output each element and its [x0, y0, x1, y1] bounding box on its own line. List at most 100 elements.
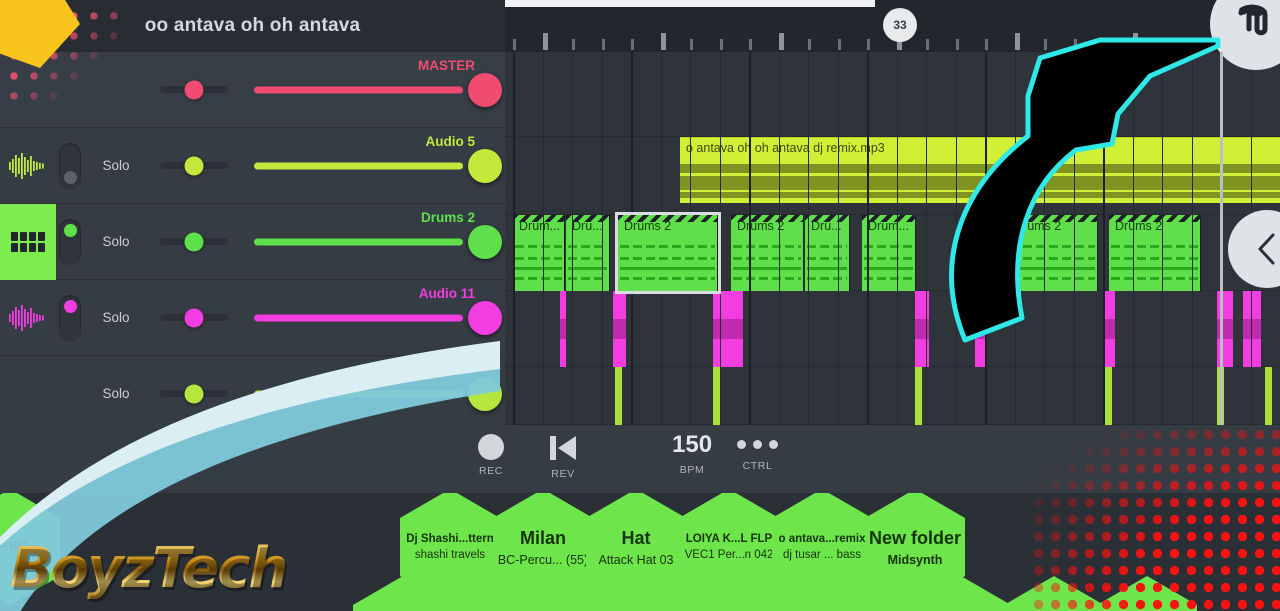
- pan-knob[interactable]: [184, 232, 204, 251]
- solo-button[interactable]: Solo: [84, 310, 148, 325]
- waveform-icon[interactable]: [0, 128, 56, 204]
- pan-knob-control[interactable]: [148, 80, 240, 99]
- mixer-channel-1[interactable]: MASTER: [0, 52, 505, 128]
- ruler-tick: [690, 39, 693, 50]
- audio-clip-green[interactable]: [915, 367, 922, 425]
- browser-pad-subtitle: BC-Percu... (55): [497, 552, 589, 567]
- ruler-tick: [1044, 39, 1047, 50]
- volume-knob[interactable]: [468, 300, 502, 335]
- volume-track[interactable]: [254, 238, 463, 245]
- audio-clip-magenta[interactable]: [560, 291, 566, 367]
- magnet-icon: [1238, 4, 1268, 36]
- grid-line: [601, 52, 603, 425]
- playlist-grid[interactable]: o antava oh oh antava dj remix.mp3 Drum.…: [505, 52, 1280, 425]
- horizontal-scrollbar[interactable]: [505, 0, 875, 7]
- mute-led-icon: [63, 170, 77, 184]
- solo-button[interactable]: Solo: [84, 158, 148, 173]
- pan-track[interactable]: [160, 156, 228, 175]
- record-dot-icon: [478, 434, 504, 460]
- audio-clip-magenta[interactable]: [1243, 291, 1261, 367]
- pan-knob[interactable]: [184, 308, 204, 327]
- grid-line: [719, 52, 721, 425]
- browser-pad-subtitle: dj tusar ... bass: [783, 549, 861, 561]
- audio-clip-magenta[interactable]: [713, 291, 743, 367]
- pattern-clip[interactable]: Drum...: [862, 215, 916, 291]
- audio-clip-magenta[interactable]: [613, 291, 626, 367]
- browser-pad[interactable]: [1004, 576, 1104, 611]
- pan-knob-control[interactable]: [148, 308, 240, 327]
- mixer-channel-3[interactable]: Solo Drums 2: [0, 203, 505, 280]
- volume-knob[interactable]: [468, 148, 502, 183]
- mixer-channel-2[interactable]: Solo Audio 5: [0, 128, 505, 204]
- pan-track[interactable]: [160, 384, 228, 403]
- volume-track[interactable]: [254, 86, 463, 93]
- pan-track[interactable]: [160, 80, 228, 99]
- pan-track[interactable]: [160, 232, 228, 251]
- browser-pad-subtitle: shashi travels: [414, 549, 486, 561]
- browser-hex-pads[interactable]: ~~ BM Dj Shashi...ttern shashi travels Mila…: [0, 493, 1280, 611]
- browser-pad-title: Milan: [519, 527, 566, 548]
- pan-knob-control[interactable]: [148, 232, 240, 251]
- waveform-icon[interactable]: [0, 280, 56, 356]
- ctrl-button[interactable]: CTRL: [737, 431, 778, 472]
- mixer-channel-5[interactable]: Solo Audio 9: [0, 356, 505, 432]
- pan-knob-control[interactable]: [148, 384, 240, 403]
- browser-pad-title: LOIYA K...L FLP: [685, 533, 773, 545]
- pattern-clip[interactable]: Drums 2: [1109, 215, 1201, 291]
- volume-knob[interactable]: [468, 224, 502, 259]
- mute-toggle[interactable]: [59, 294, 81, 341]
- pattern-clip[interactable]: Dru...: [805, 215, 850, 291]
- pan-knob[interactable]: [184, 80, 204, 99]
- track-row-1[interactable]: [505, 52, 1280, 137]
- pattern-clip[interactable]: Drums 2: [1008, 215, 1098, 291]
- volume-track[interactable]: [254, 162, 463, 169]
- grid-line: [1044, 52, 1045, 425]
- volume-track[interactable]: [254, 390, 463, 397]
- bpm-control[interactable]: 150 BPM: [672, 431, 712, 476]
- mute-toggle[interactable]: [59, 218, 81, 265]
- channel-name-label: Audio 5: [425, 133, 476, 149]
- playhead-position-bubble[interactable]: 33: [883, 8, 917, 42]
- pattern-clip[interactable]: Drum...: [513, 215, 565, 291]
- volume-knob[interactable]: [468, 376, 502, 411]
- volume-control[interactable]: Drums 2: [240, 204, 505, 280]
- pattern-note-row: [1010, 267, 1095, 270]
- pan-track[interactable]: [160, 308, 228, 327]
- audio-clip[interactable]: o antava oh oh antava dj remix.mp3: [680, 137, 1280, 203]
- volume-control[interactable]: Audio 9: [240, 356, 505, 432]
- solo-button[interactable]: Solo: [84, 386, 148, 401]
- pan-knob-control[interactable]: [148, 156, 240, 175]
- pattern-note-row: [1111, 277, 1198, 280]
- playhead-line[interactable]: [1220, 52, 1223, 425]
- ruler-tick: [926, 39, 929, 50]
- rewind-button[interactable]: REV: [547, 431, 579, 480]
- volume-control[interactable]: MASTER: [240, 52, 505, 128]
- grid-line: [896, 52, 898, 425]
- rewind-icon: [550, 436, 576, 460]
- volume-control[interactable]: Audio 11: [240, 280, 505, 356]
- browser-pad[interactable]: [1097, 576, 1197, 611]
- audio-clip-magenta[interactable]: [975, 291, 985, 367]
- pattern-note-row: [1111, 257, 1198, 260]
- ruler-tick: [955, 39, 959, 50]
- playlist-panel[interactable]: 33 o antava oh oh antava dj remix.mp3 Dr…: [505, 0, 1280, 425]
- pan-knob[interactable]: [184, 156, 204, 175]
- step-sequencer-icon[interactable]: [0, 203, 56, 280]
- mixer-channel-4[interactable]: Solo Audio 11: [0, 280, 505, 356]
- browser-pad[interactable]: ~~ BM: [0, 493, 60, 605]
- volume-knob[interactable]: [468, 72, 502, 107]
- mute-led-icon: [63, 299, 77, 313]
- audio-clip-magenta[interactable]: [1105, 291, 1115, 367]
- step-sequencer-glyph: [11, 231, 45, 252]
- record-button[interactable]: REC: [478, 431, 504, 477]
- pattern-clip[interactable]: Drums 2: [731, 215, 804, 291]
- volume-track[interactable]: [254, 314, 463, 321]
- pan-knob[interactable]: [184, 384, 204, 403]
- audio-clip-green[interactable]: [1105, 367, 1112, 425]
- mute-toggle[interactable]: [59, 142, 81, 189]
- audio-clip-green[interactable]: [615, 367, 622, 425]
- solo-button[interactable]: Solo: [84, 234, 148, 249]
- audio-clip-green[interactable]: [1265, 367, 1272, 425]
- volume-control[interactable]: Audio 5: [240, 128, 505, 204]
- pattern-clip[interactable]: Drums 2: [615, 212, 721, 294]
